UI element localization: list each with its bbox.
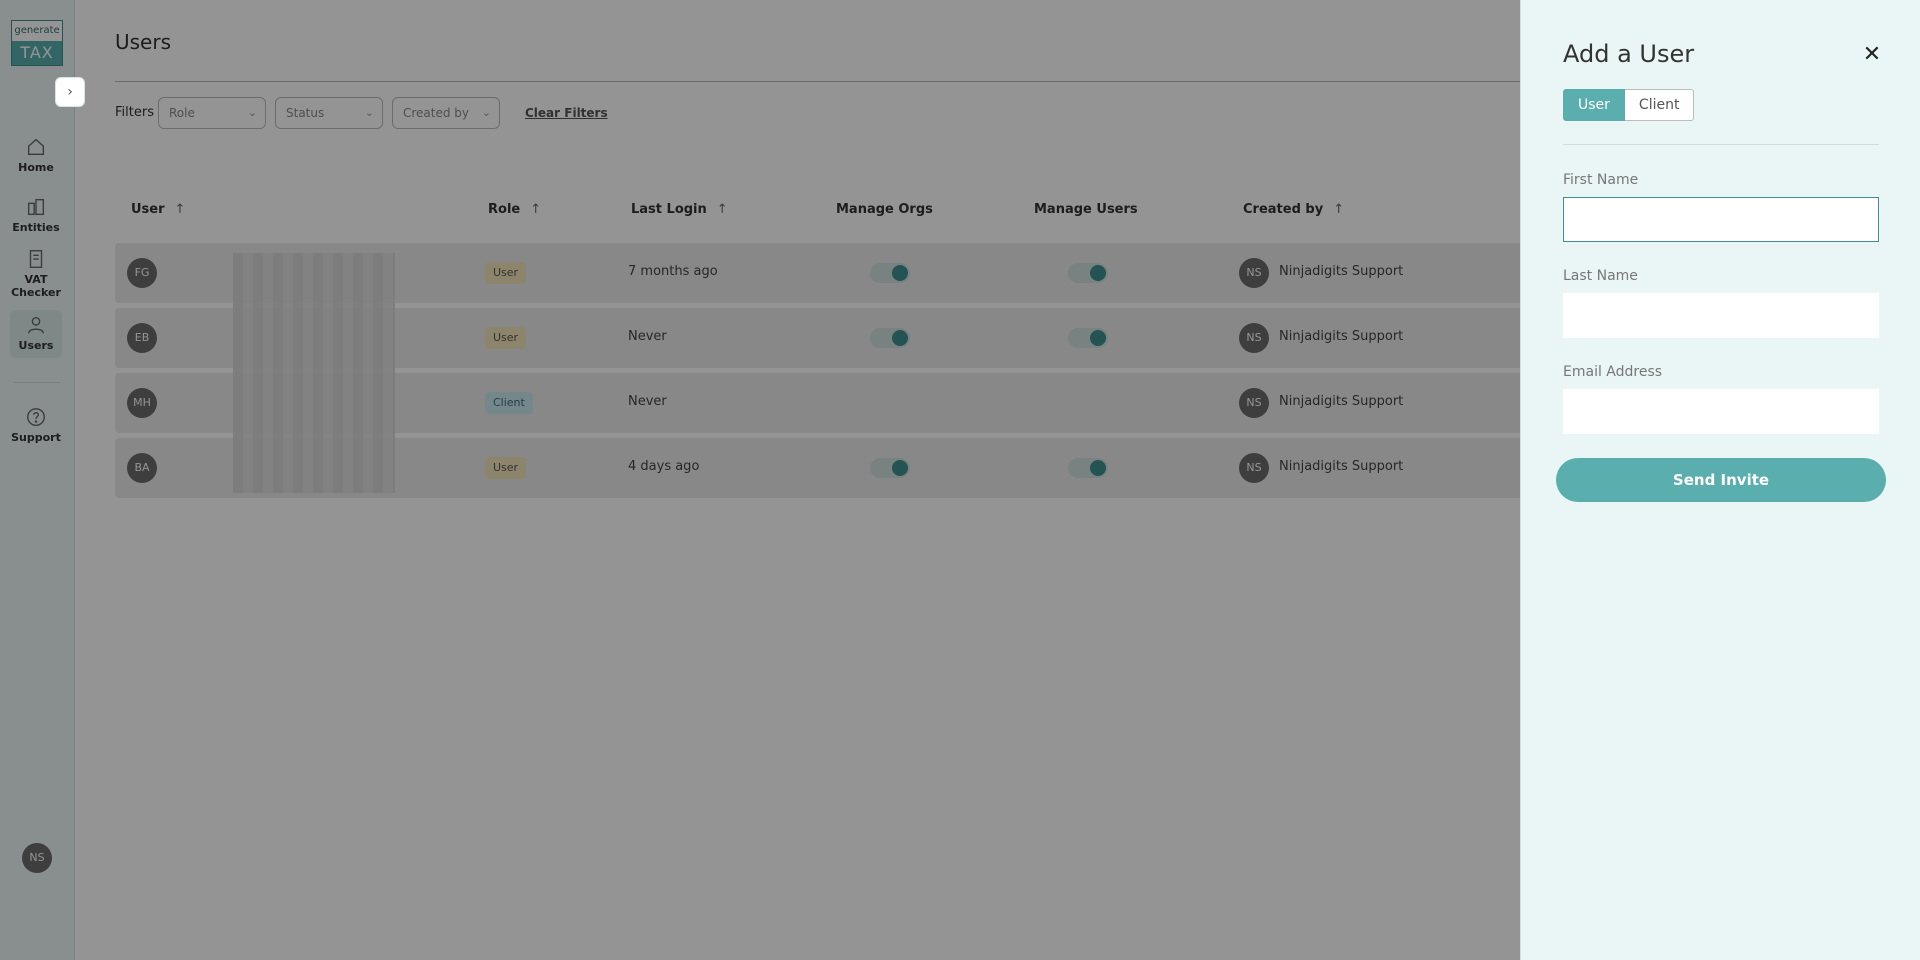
modal-overlay[interactable] — [0, 0, 1520, 960]
email-label: Email Address — [1563, 364, 1663, 380]
first-name-label: First Name — [1563, 172, 1639, 188]
last-name-label: Last Name — [1563, 268, 1638, 284]
chevron-right-icon: › — [67, 84, 73, 100]
user-type-user-button[interactable]: User — [1563, 89, 1625, 121]
email-field[interactable] — [1563, 389, 1879, 434]
close-button[interactable]: ✕ — [1857, 40, 1887, 70]
first-name-field[interactable] — [1563, 197, 1879, 242]
user-type-selector: User Client — [1563, 89, 1695, 121]
send-invite-button[interactable]: Send Invite — [1556, 458, 1886, 502]
sidebar-expand-button[interactable]: › — [55, 77, 85, 107]
last-name-field[interactable] — [1563, 293, 1879, 338]
panel-divider — [1563, 144, 1879, 145]
close-icon: ✕ — [1862, 42, 1882, 67]
add-user-panel: Add a User ✕ User Client First Name Last… — [1520, 0, 1920, 960]
user-type-client-button[interactable]: Client — [1624, 89, 1695, 121]
panel-title: Add a User — [1563, 40, 1695, 68]
